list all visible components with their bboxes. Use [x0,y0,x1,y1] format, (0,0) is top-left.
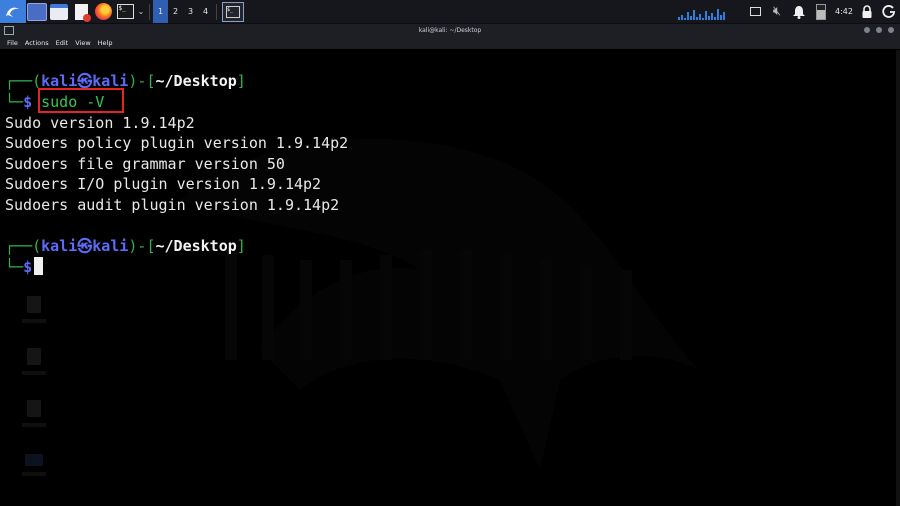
prompt-frame: └─ [5,93,24,111]
chevron-down-icon[interactable]: ⌄ [136,0,146,23]
desktop-icon[interactable] [22,400,46,427]
menu-actions[interactable]: Actions [25,39,49,47]
system-tray: 🔇︎ 4:42 [744,0,900,23]
close-button[interactable] [888,27,894,33]
prompt-frame: └─ [5,258,24,276]
terminal-view[interactable]: ┌──(kali㉿kali)-[~/Desktop] └─$ sudo -V S… [0,50,896,506]
file-manager-icon[interactable] [48,0,70,23]
menu-bar: File Actions Edit View Help [0,37,900,49]
menu-edit[interactable]: Edit [56,39,69,47]
prompt-frame: ┌──( [5,72,42,90]
mute-icon[interactable]: 🔇︎ [766,0,788,23]
panel-separator [149,3,150,20]
output-line: Sudoers audit plugin version 1.9.14p2 [5,196,340,214]
menu-file[interactable]: File [7,39,18,47]
prompt-frame: ┌──( [5,237,42,255]
prompt-line: ┌──(kali㉿kali)-[~/Desktop] [5,236,246,256]
output-line: Sudoers file grammar version 50 [5,155,285,173]
battery-icon[interactable] [810,0,832,23]
cpu-graph [678,6,734,20]
command-line: └─$ [5,257,44,277]
minimize-button[interactable] [864,27,870,33]
workspace-1[interactable]: 1 [153,0,168,23]
scrollbar[interactable] [896,50,900,506]
menu-help[interactable]: Help [98,39,113,47]
lock-icon[interactable] [856,0,878,23]
firefox-icon[interactable] [92,0,114,23]
prompt-frame: )-[ [128,237,156,255]
prompt-path: ~/Desktop [155,237,237,255]
text-cursor [34,257,44,275]
workspace-3[interactable]: 3 [183,0,198,23]
desktop-icon[interactable] [22,348,46,375]
workspace-switcher-icon[interactable] [26,0,48,23]
command-highlight-box [38,88,124,113]
prompt-dollar: $ [23,258,33,276]
workspace-4[interactable]: 4 [198,0,213,23]
prompt-frame: ] [236,237,246,255]
window-titlebar[interactable]: kali@kali: ~/Desktop [0,24,900,37]
prompt-user: kali [41,237,78,255]
top-panel: $_ ⌄ 1 2 3 4 $_ 🔇︎ 4:42 [0,0,900,24]
kali-menu-icon[interactable] [0,0,26,23]
notification-bell-icon[interactable] [788,0,810,23]
output-line: Sudoers policy plugin version 1.9.14p2 [5,134,349,152]
logout-icon[interactable] [878,0,900,23]
workspace-2[interactable]: 2 [168,0,183,23]
terminal-icon: $_ [226,5,240,18]
prompt-at-symbol: ㉿ [77,237,93,255]
maximize-button[interactable] [876,27,882,33]
prompt-frame: ] [236,72,246,90]
terminal-icon[interactable]: $_ [114,0,136,23]
terminal-task-button[interactable]: $_ [222,1,244,22]
text-editor-icon[interactable] [70,0,92,23]
screen-icon[interactable] [744,0,766,23]
output-line: Sudo version 1.9.14p2 [5,114,195,132]
prompt-path: ~/Desktop [155,72,237,90]
panel-separator [216,3,217,20]
desktop-icon[interactable] [22,296,46,323]
clock[interactable]: 4:42 [832,7,856,16]
desktop-icon[interactable] [22,454,46,476]
prompt-host: kali [92,237,129,255]
prompt-frame: )-[ [128,72,156,90]
menu-view[interactable]: View [75,39,90,47]
prompt-dollar: $ [23,93,33,111]
output-line: Sudoers I/O plugin version 1.9.14p2 [5,175,322,193]
window-title: kali@kali: ~/Desktop [418,27,482,34]
